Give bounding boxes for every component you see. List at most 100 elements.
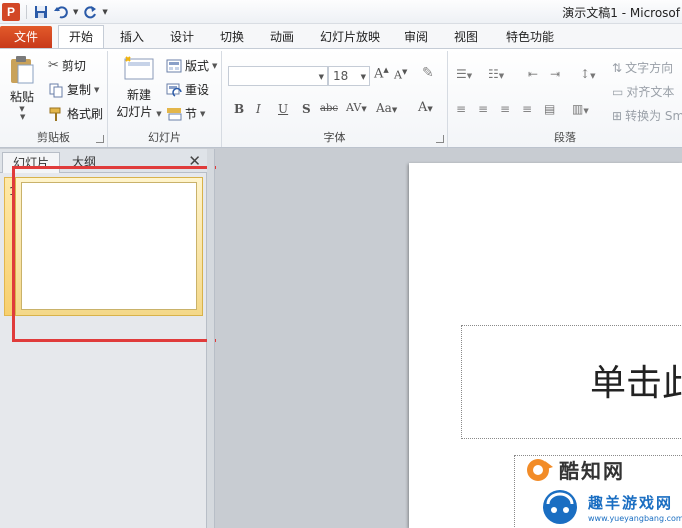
text-direction-label: 文字方向 xyxy=(625,61,674,75)
tab-view[interactable]: 视图 xyxy=(446,26,486,48)
tab-design[interactable]: 设计 xyxy=(162,26,202,48)
undo-dropdown-icon[interactable]: ▼ xyxy=(73,8,78,16)
tab-home[interactable]: 开始 xyxy=(58,25,104,49)
font-name-dropdown-icon[interactable]: ▼ xyxy=(319,73,324,81)
title-placeholder-text: 单击此 xyxy=(590,363,682,404)
copy-dropdown-icon[interactable]: ▼ xyxy=(94,86,99,94)
yueyang-logo-icon xyxy=(543,490,577,524)
slides-group-label: 幻灯片 xyxy=(148,131,181,144)
layout-button[interactable]: 版式 ▼ xyxy=(166,57,217,74)
clipboard-group: 粘贴 ▼ ✂ 剪切 复制 ▼ 格式刷 ▼ 剪贴板 xyxy=(0,51,108,147)
format-painter-button[interactable]: 格式刷 xyxy=(48,105,103,122)
paragraph-group: ☰▼ ☷▼ ⇤ ⇥ ↕▼ ≡ ≡ ≡ ≡ ▤ ▥▼ ⇅ 文字方向 ▭ 对齐文本 … xyxy=(448,51,682,147)
decrease-indent-icon[interactable]: ⇤ xyxy=(528,67,538,81)
character-spacing-icon[interactable]: AV▼ xyxy=(346,101,367,114)
font-size-combo[interactable]: 18 ▼ xyxy=(328,66,370,86)
layout-dropdown-icon[interactable]: ▼ xyxy=(212,62,217,70)
columns-icon[interactable]: ▥▼ xyxy=(572,102,589,116)
change-case-icon[interactable]: Aa▼ xyxy=(376,101,397,115)
toolbar-separator xyxy=(26,5,27,19)
font-color-icon[interactable]: A▼ xyxy=(418,100,433,115)
ribbon: 粘贴 ▼ ✂ 剪切 复制 ▼ 格式刷 ▼ 剪贴板 新建 幻灯片 ▼ 版式 ▼ 重… xyxy=(0,48,682,148)
tab-review[interactable]: 审阅 xyxy=(396,26,436,48)
slides-group: 新建 幻灯片 ▼ 版式 ▼ 重设 节 ▼ 幻灯片 xyxy=(108,51,222,147)
grow-font-icon[interactable]: A▲ xyxy=(374,66,389,81)
tab-transitions[interactable]: 切换 xyxy=(212,26,252,48)
justify-icon[interactable]: ≡ xyxy=(522,102,532,116)
section-icon xyxy=(167,107,182,120)
line-spacing-icon[interactable]: ↕▼ xyxy=(580,67,595,81)
numbering-icon[interactable]: ☷▼ xyxy=(488,67,504,81)
new-slide-label-1: 新建 xyxy=(126,88,151,102)
reset-label: 重设 xyxy=(185,83,210,97)
quick-access-toolbar: P ▼ ▼ xyxy=(2,3,108,21)
strikethrough-button[interactable]: abc xyxy=(320,103,338,114)
redo-icon[interactable] xyxy=(82,4,98,20)
distributed-icon[interactable]: ▤ xyxy=(544,102,555,116)
increase-indent-icon[interactable]: ⇥ xyxy=(550,67,560,81)
title-bar: P ▼ ▼ 演示文稿1 - Microsof xyxy=(0,0,682,24)
title-placeholder[interactable]: 单击此 xyxy=(461,325,682,439)
font-group-label: 字体 xyxy=(323,131,346,144)
layout-icon xyxy=(166,59,182,72)
new-slide-button[interactable]: 新建 幻灯片 ▼ xyxy=(114,55,164,120)
tab-special[interactable]: 特色功能 xyxy=(500,26,560,48)
paste-label: 粘贴 xyxy=(9,90,34,104)
font-size-value: 18 xyxy=(333,69,349,83)
new-slide-icon xyxy=(124,56,154,80)
watermark-kuzhi: 酷知网 xyxy=(525,455,625,484)
underline-button[interactable]: U xyxy=(278,102,288,116)
italic-button[interactable]: I xyxy=(256,102,261,116)
font-size-dropdown-icon[interactable]: ▼ xyxy=(361,73,366,81)
layout-label: 版式 xyxy=(185,59,210,73)
reset-button[interactable]: 重设 xyxy=(166,81,209,98)
reset-icon xyxy=(166,83,182,97)
kuzhi-logo-icon xyxy=(527,458,553,481)
section-dropdown-icon[interactable]: ▼ xyxy=(200,110,205,118)
paste-button[interactable]: 粘贴 ▼ xyxy=(4,55,40,113)
align-left-icon[interactable]: ≡ xyxy=(456,102,466,116)
smartart-icon: ⊞ xyxy=(612,108,623,123)
tab-animations[interactable]: 动画 xyxy=(262,26,302,48)
section-button[interactable]: 节 ▼ xyxy=(166,105,205,122)
window-title: 演示文稿1 - Microsof xyxy=(562,6,680,20)
paste-dropdown-icon[interactable]: ▼ xyxy=(4,105,40,113)
pane-splitter[interactable] xyxy=(207,149,215,528)
new-slide-label-2: 幻灯片 ▼ xyxy=(116,105,162,119)
clear-formatting-icon[interactable]: ✎ xyxy=(422,65,434,81)
cut-button[interactable]: ✂ 剪切 xyxy=(48,57,86,74)
font-name-combo[interactable]: ▼ xyxy=(228,66,328,86)
align-text-label: 对齐文本 xyxy=(626,85,675,99)
text-direction-button[interactable]: ⇅ 文字方向 xyxy=(612,59,673,76)
watermark-kuzhi-text: 酷知网 xyxy=(559,459,625,483)
undo-icon[interactable] xyxy=(53,4,69,20)
copy-button[interactable]: 复制 ▼ xyxy=(48,81,99,98)
text-shadow-button[interactable]: S xyxy=(302,102,311,116)
clipboard-launcher-icon[interactable] xyxy=(96,135,104,143)
tab-slideshow[interactable]: 幻灯片放映 xyxy=(312,26,388,48)
text-direction-icon: ⇅ xyxy=(612,60,623,75)
bullets-icon[interactable]: ☰▼ xyxy=(456,67,472,81)
convert-smartart-button[interactable]: ⊞ 转换为 Sm xyxy=(612,107,682,124)
copy-icon xyxy=(49,83,63,97)
copy-label: 复制 xyxy=(67,83,92,97)
paste-more-icon[interactable]: ▼ xyxy=(20,113,25,121)
new-slide-dropdown-icon[interactable]: ▼ xyxy=(156,110,161,118)
save-icon[interactable] xyxy=(33,4,49,20)
format-painter-label: 格式刷 xyxy=(67,107,104,121)
align-text-button[interactable]: ▭ 对齐文本 xyxy=(612,83,674,100)
powerpoint-app-icon[interactable]: P xyxy=(2,3,20,21)
tab-insert[interactable]: 插入 xyxy=(112,26,152,48)
align-text-icon: ▭ xyxy=(612,84,624,99)
align-right-icon[interactable]: ≡ xyxy=(500,102,510,116)
align-center-icon[interactable]: ≡ xyxy=(478,102,488,116)
cut-label: 剪切 xyxy=(61,59,86,73)
ribbon-tabs: 文件 开始 插入 设计 切换 动画 幻灯片放映 审阅 视图 特色功能 xyxy=(0,24,682,49)
font-launcher-icon[interactable] xyxy=(436,135,444,143)
shrink-font-icon[interactable]: A▼ xyxy=(394,68,407,82)
tab-file[interactable]: 文件 xyxy=(0,26,52,48)
bold-button[interactable]: B xyxy=(234,102,244,116)
customize-toolbar-icon[interactable]: ▼ xyxy=(102,8,107,16)
paintbrush-icon xyxy=(49,107,61,121)
paragraph-group-label: 段落 xyxy=(554,131,576,144)
